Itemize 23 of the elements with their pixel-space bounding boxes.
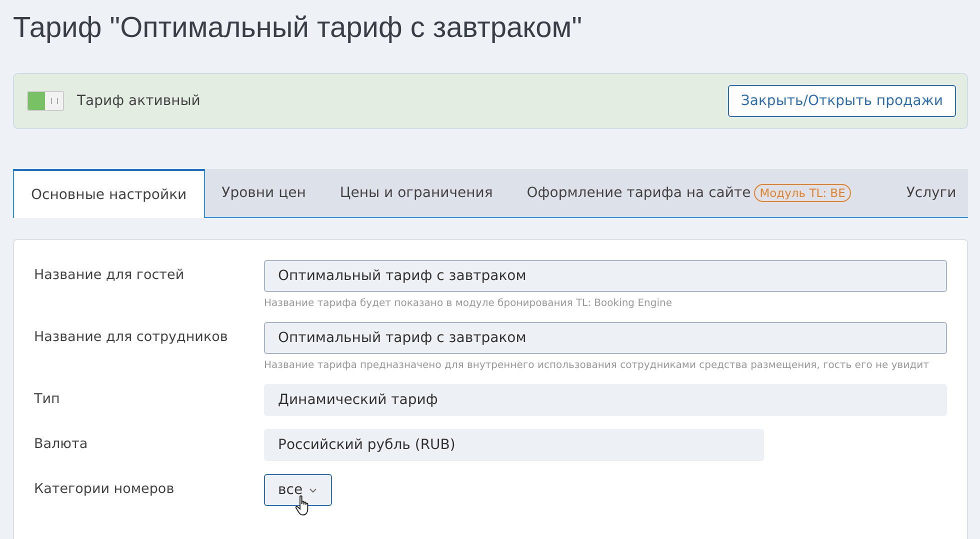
toggle-switch[interactable] <box>27 91 64 111</box>
page-title: Тариф "Оптимальный тариф с завтраком" <box>13 11 584 46</box>
field-hint: Название тарифа будет показано в модуле бронирования TL: Booking Engine <box>264 298 673 309</box>
tab[interactable]: Цены и ограничения <box>322 169 510 217</box>
tab[interactable]: Основные настройки <box>13 169 205 218</box>
tab[interactable]: Услуги <box>889 169 974 217</box>
text-field[interactable]: Оптимальный тариф с завтраком <box>264 260 947 292</box>
field-label: Тип <box>34 390 61 409</box>
field-label: Название для гостей <box>34 266 186 285</box>
readonly-field: Динамический тариф <box>264 384 947 416</box>
module-badge: Модуль TL: BE <box>754 184 852 202</box>
field-label: Название для сотрудников <box>34 328 229 347</box>
hand-cursor-icon <box>295 495 311 517</box>
tab[interactable]: Оформление тарифа на сайте Модуль TL: BE <box>510 169 890 217</box>
toggle-label: Тариф активный <box>77 93 202 109</box>
tab[interactable]: Уровни цен <box>204 169 323 217</box>
field-hint: Название тарифа предназначено для внутреннего использования сотрудниками средства размещения, гость его не увидит <box>264 360 930 371</box>
field-label: Валюта <box>34 435 89 454</box>
text-field[interactable]: Оптимальный тариф с завтраком <box>264 322 947 354</box>
sales-button[interactable]: Закрыть/Открыть продажи <box>728 85 956 117</box>
caret-icon <box>308 488 317 492</box>
readonly-field: Российский рубль (RUB) <box>264 429 764 461</box>
field-label: Категории номеров <box>34 480 176 499</box>
